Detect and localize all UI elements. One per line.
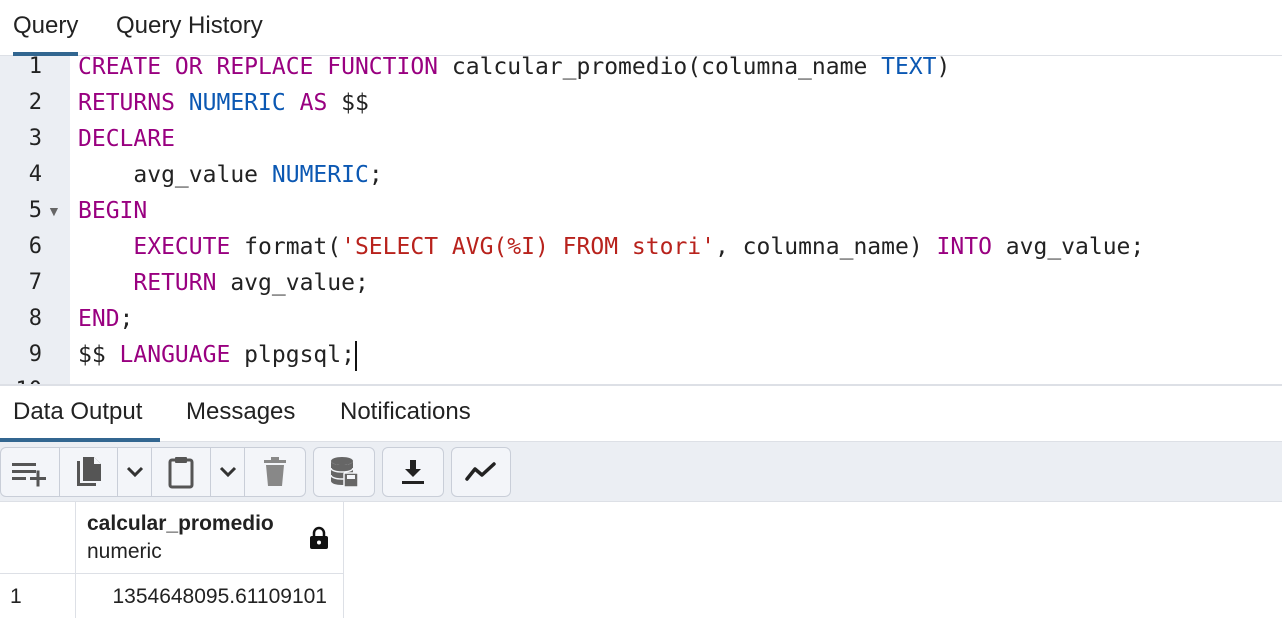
result-cell[interactable]: 1354648095.61109101 [76,574,344,618]
data-output-toolbar [0,442,1282,502]
sql-keyword: LANGUAGE [119,342,231,368]
add-row-button[interactable] [1,448,60,496]
paste-button[interactable] [152,448,211,496]
line-number: 2 [28,90,42,115]
output-tabs-bar: Data Output Messages Notifications [0,386,1282,443]
code-line[interactable]: BEGIN [78,193,147,229]
sql-keyword: RETURN [133,270,217,296]
copy-icon [76,457,101,486]
tab-query[interactable]: Query [13,0,79,57]
code-line[interactable]: avg_value NUMERIC; [78,157,383,193]
lock-icon [310,526,328,549]
sql-keyword: CREATE OR REPLACE FUNCTION [78,56,439,80]
delete-button[interactable] [245,448,305,496]
code-line[interactable]: RETURNS NUMERIC AS $$ [78,85,369,121]
tab-data-output[interactable]: Data Output [0,386,161,443]
sql-keyword: INTO [936,234,992,260]
column-header[interactable]: calcular_promedio numeric [76,502,344,574]
tab-query-history[interactable]: Query History [116,0,263,56]
column-name: calcular_promedio [87,512,274,535]
download-button[interactable] [383,448,443,496]
code-token: , columna_name) [714,234,937,260]
chevron-down-icon [126,466,143,478]
sql-keyword: RETURNS [78,90,175,116]
delete-icon [264,457,286,486]
column-type: numeric [87,540,162,563]
grid-corner-cell[interactable] [0,502,76,574]
graph-visualiser-button[interactable] [452,448,510,496]
code-line[interactable]: END; [78,301,133,337]
paste-icon [168,457,194,489]
code-token: avg_value [78,162,272,188]
line-number: 6 [28,234,42,259]
sql-keyword: BEGIN [78,198,148,224]
line-number: 9 [28,342,42,367]
line-number: 4 [28,162,42,187]
tab-messages[interactable]: Messages [186,386,295,442]
download-icon [402,460,424,484]
sql-type: TEXT [881,56,937,80]
code-line[interactable]: EXECUTE format('SELECT AVG(%I) FROM stor… [78,229,1144,265]
graph-visualiser-group [451,447,511,497]
save-data-icon [330,457,359,488]
code-token: $$ [327,90,369,116]
graph-visualiser-icon [465,462,496,481]
code-token: avg_value; [991,234,1145,260]
sql-keyword: DECLARE [78,126,175,152]
code-token: $$ [78,342,120,368]
code-token: plpgsql; [230,342,355,368]
line-number: 8 [28,306,42,331]
edit-button-group [0,447,306,497]
save-data-button[interactable] [314,448,374,496]
save-data-group [313,447,375,497]
line-number-gutter: 1 2 3 4 5 ▼ 6 7 8 9 10 [0,56,70,384]
paste-options-dropdown[interactable] [211,448,245,496]
sql-editor[interactable]: 1 2 3 4 5 ▼ 6 7 8 9 10 CREATE OR REPLACE… [0,56,1282,386]
chevron-down-icon [219,466,236,478]
sql-keyword: END [78,306,120,332]
copy-button[interactable] [60,448,118,496]
line-number: 7 [28,270,42,295]
code-line[interactable]: CREATE OR REPLACE FUNCTION calcular_prom… [78,56,950,85]
code-token: ; [368,162,383,188]
result-grid: calcular_promedio numeric 1 1354648095.6… [0,502,1282,618]
code-line[interactable]: RETURN avg_value; [78,265,369,301]
text-cursor [354,340,357,371]
line-number: 10 [0,373,43,384]
line-number: 1 [28,56,42,79]
download-group [382,447,444,497]
sql-keyword: AS [299,90,328,116]
tab-notifications[interactable]: Notifications [340,386,471,442]
add-row-icon [12,463,46,487]
code-token: format( [230,234,342,260]
line-number: 5 [28,198,42,223]
code-token: ; [119,306,134,332]
sql-type: NUMERIC [271,162,369,188]
sql-string: 'SELECT AVG(%I) FROM stori' [341,234,715,260]
code-token: ) [936,56,951,80]
code-line[interactable]: DECLARE [78,121,175,157]
code-line[interactable]: $$ LANGUAGE plpgsql; [78,337,357,373]
query-tabs-bar: Query Query History [0,0,1282,57]
code-token: calcular_promedio(columna_name [438,56,882,80]
line-number: 3 [28,126,42,151]
copy-options-dropdown[interactable] [118,448,152,496]
sql-type: NUMERIC [188,90,286,116]
fold-toggle-icon[interactable]: ▼ [47,193,61,229]
row-number[interactable]: 1 [0,574,76,618]
code-token: avg_value; [216,270,369,296]
sql-keyword: EXECUTE [133,234,231,260]
